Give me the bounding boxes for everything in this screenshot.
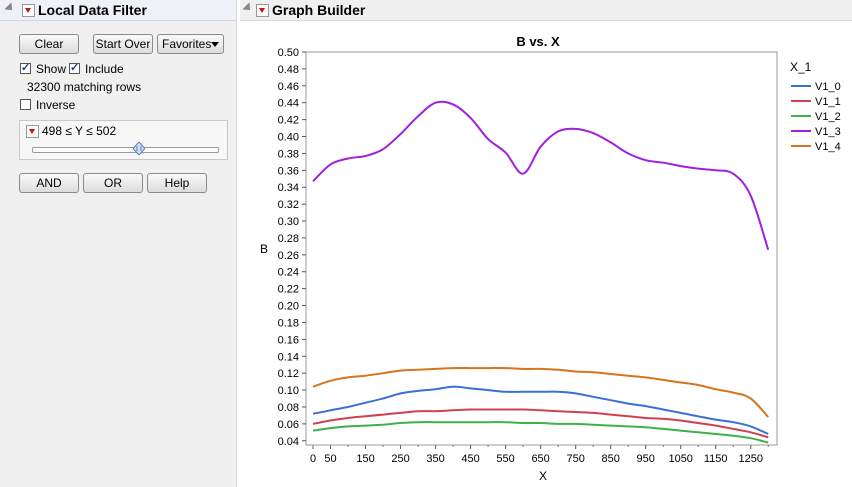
y-tick-label: 0.06 (278, 419, 299, 431)
y-tick-label: 0.42 (278, 115, 299, 127)
x-tick-label: 550 (496, 453, 514, 465)
y-tick-label: 0.32 (278, 199, 299, 211)
x-tick-label: 250 (391, 453, 409, 465)
y-tick-label: 0.28 (278, 233, 299, 245)
y-tick-label: 0.48 (278, 64, 299, 76)
y-tick-label: 0.14 (278, 351, 299, 363)
x-tick-label: 50 (324, 453, 336, 465)
x-tick-label: 0 (310, 453, 316, 465)
x-tick-label: 650 (531, 453, 549, 465)
x-tick-label: 950 (637, 453, 655, 465)
y-tick-label: 0.46 (278, 81, 299, 93)
x-tick-label: 850 (601, 453, 619, 465)
x-tick-label: 150 (356, 453, 374, 465)
y-tick-label: 0.10 (278, 385, 299, 397)
x-tick-label: 450 (461, 453, 479, 465)
y-tick-label: 0.22 (278, 284, 299, 296)
y-tick-label: 0.44 (278, 98, 299, 110)
chart: B vs. X 0.04 0.06 0.08 0.10 0.12 0.14 0.16 0.18… (260, 34, 841, 483)
y-tick-label: 0.24 (278, 267, 299, 279)
y-tick-label: 0.50 (278, 47, 299, 59)
y-tick-label: 0.20 (278, 301, 299, 313)
x-axis-label: X (539, 469, 547, 483)
y-tick-label: 0.38 (278, 148, 299, 160)
x-tick-label: 350 (426, 453, 444, 465)
y-tick-label: 0.16 (278, 334, 299, 346)
y-tick-label: 0.34 (278, 182, 299, 194)
y-tick-label: 0.08 (278, 402, 299, 414)
x-tick-label: 1050 (668, 453, 692, 465)
chart-title: B vs. X (516, 34, 560, 49)
legend-label[interactable]: V1_0 (815, 81, 841, 93)
legend-label[interactable]: V1_1 (815, 96, 841, 108)
x-tick-label: 1150 (704, 453, 728, 465)
y-tick-label: 0.12 (278, 368, 299, 380)
legend-label[interactable]: V1_4 (815, 141, 841, 153)
y-tick-label: 0.30 (278, 216, 299, 228)
y-tick-label: 0.36 (278, 165, 299, 177)
legend-label[interactable]: V1_3 (815, 126, 841, 138)
x-tick-label: 750 (566, 453, 584, 465)
x-tick-label: 1250 (738, 453, 762, 465)
y-tick-label: 0.04 (278, 436, 299, 448)
y-tick-label: 0.40 (278, 132, 299, 144)
y-axis-label: B (260, 242, 268, 256)
legend-label[interactable]: V1_2 (815, 111, 841, 123)
y-tick-label: 0.18 (278, 317, 299, 329)
legend-title: X_1 (790, 60, 812, 74)
y-tick-label: 0.26 (278, 250, 299, 262)
